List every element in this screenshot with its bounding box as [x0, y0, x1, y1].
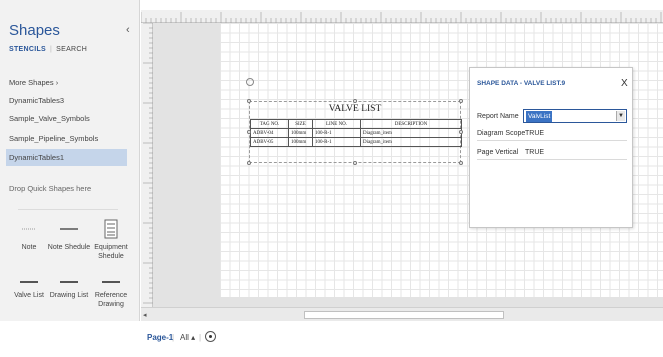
scrollbar-thumb[interactable]: [304, 311, 504, 319]
field-label: Page Vertical: [477, 149, 519, 156]
scroll-left-icon[interactable]: ◂: [143, 311, 147, 319]
more-shapes-item[interactable]: More Shapes ›: [6, 74, 127, 91]
shape-data-row-report-name: Report Name ValvList ▼: [477, 109, 627, 124]
tab-stencils[interactable]: STENCILS: [9, 46, 46, 53]
stencil-item-dynamictables3[interactable]: DynamicTables3: [6, 92, 127, 109]
resize-handle[interactable]: [459, 99, 463, 103]
master-label: Equipment Shedule: [94, 244, 128, 260]
master-note-schedule[interactable]: Note Shedule: [46, 218, 92, 252]
field-label: Report Name: [477, 113, 519, 120]
report-name-dropdown[interactable]: ValvList ▼: [523, 109, 627, 123]
note-schedule-icon: [46, 218, 92, 240]
table-cell: 100-R-1: [312, 137, 361, 147]
table-cell: 100-R-1: [312, 128, 361, 138]
table-cell: ADBV-05: [250, 137, 289, 147]
table-cell: 100mm: [288, 128, 313, 138]
resize-handle[interactable]: [459, 161, 463, 165]
canvas-background-bottom: [220, 297, 663, 307]
resize-handle[interactable]: [247, 99, 251, 103]
vertical-ruler: [141, 22, 153, 307]
drawing-list-icon: [46, 276, 92, 288]
master-equipment-schedule[interactable]: Equipment Shedule: [88, 218, 134, 261]
table-cell: Diagram_item: [360, 128, 462, 138]
visio-window: Shapes ‹ STENCILS | SEARCH More Shapes › D…: [0, 0, 663, 357]
shapes-pane-title: Shapes: [9, 22, 60, 39]
valve-list-shape[interactable]: VALVE LIST TAG NO. SIZE LINE NO. DESCRIP…: [249, 101, 462, 163]
field-value: TRUE: [525, 149, 545, 156]
resize-handle[interactable]: [247, 161, 251, 165]
shapes-pane-tabs: STENCILS | SEARCH: [9, 46, 88, 53]
column-header: LINE NO.: [312, 119, 361, 129]
resize-handle[interactable]: [353, 99, 357, 103]
equipment-schedule-icon: [88, 218, 134, 240]
page-tabs-bar: Page-1 | All ▴ |: [0, 321, 663, 357]
report-name-value: ValvList: [526, 111, 553, 122]
field-value: TRUE: [525, 130, 545, 137]
stencil-item-dynamictables1[interactable]: DynamicTables1: [6, 149, 127, 166]
divider: [18, 209, 118, 210]
tab-search[interactable]: SEARCH: [56, 46, 87, 53]
quick-shapes-hint: Drop Quick Shapes here: [9, 184, 92, 193]
table-cell: Diagram_item: [360, 137, 462, 147]
close-icon[interactable]: X: [621, 78, 628, 89]
shape-data-row-page-vertical[interactable]: Page Vertical TRUE: [477, 145, 627, 160]
shapes-pane: Shapes ‹ STENCILS | SEARCH More Shapes › D…: [0, 0, 140, 321]
valve-list-table: TAG NO. SIZE LINE NO. DESCRIPTION ADBV-0…: [250, 119, 462, 147]
master-reference-drawing[interactable]: Reference Drawing: [88, 276, 134, 309]
column-header: SIZE: [288, 119, 313, 129]
table-cell: ADBV-04: [250, 128, 289, 138]
tab-page-1[interactable]: Page-1: [147, 333, 173, 342]
stencil-item-pipeline-symbols[interactable]: Sample_Pipeline_Symbols: [6, 130, 127, 147]
shape-data-row-diagram-scope[interactable]: Diagram Scope TRUE: [477, 126, 627, 141]
shape-data-window: SHAPE DATA - VALVE LIST.9 X Report Name …: [469, 67, 633, 228]
reference-drawing-icon: [88, 276, 134, 288]
master-label: Reference Drawing: [94, 292, 128, 308]
rotation-handle[interactable]: [246, 78, 254, 86]
column-header: TAG NO.: [250, 119, 289, 129]
canvas-background: [153, 23, 220, 307]
master-label: Drawing List: [49, 292, 89, 299]
stencil-item-valve-symbols[interactable]: Sample_Valve_Symbols: [6, 110, 127, 127]
table-row: ADBV-05 100mm 100-R-1 Diagram_item: [250, 137, 462, 147]
column-header: DESCRIPTION: [360, 119, 462, 129]
table-cell: 100mm: [288, 137, 313, 147]
horizontal-ruler: [140, 10, 663, 23]
master-drawing-list[interactable]: Drawing List: [46, 276, 92, 300]
horizontal-scrollbar[interactable]: ◂: [141, 307, 663, 321]
table-header-row: TAG NO. SIZE LINE NO. DESCRIPTION: [250, 119, 462, 129]
all-pages-button[interactable]: All ▴: [180, 333, 195, 342]
resize-handle[interactable]: [353, 161, 357, 165]
chevron-down-icon[interactable]: ▼: [616, 111, 625, 121]
field-label: Diagram Scope: [477, 130, 526, 137]
tab-separator: |: [172, 333, 175, 342]
valve-list-title: VALVE LIST: [328, 104, 382, 114]
resize-handle[interactable]: [459, 130, 463, 134]
table-row: ADBV-04 100mm 100-R-1 Diagram_item: [250, 128, 462, 138]
collapse-pane-icon[interactable]: ‹: [126, 24, 130, 36]
insert-page-icon[interactable]: [205, 331, 216, 342]
tab-separator: |: [199, 333, 202, 342]
shape-data-title: SHAPE DATA - VALVE LIST.9: [477, 80, 566, 87]
resize-handle[interactable]: [247, 130, 251, 134]
master-label: Note Shedule: [47, 244, 91, 251]
